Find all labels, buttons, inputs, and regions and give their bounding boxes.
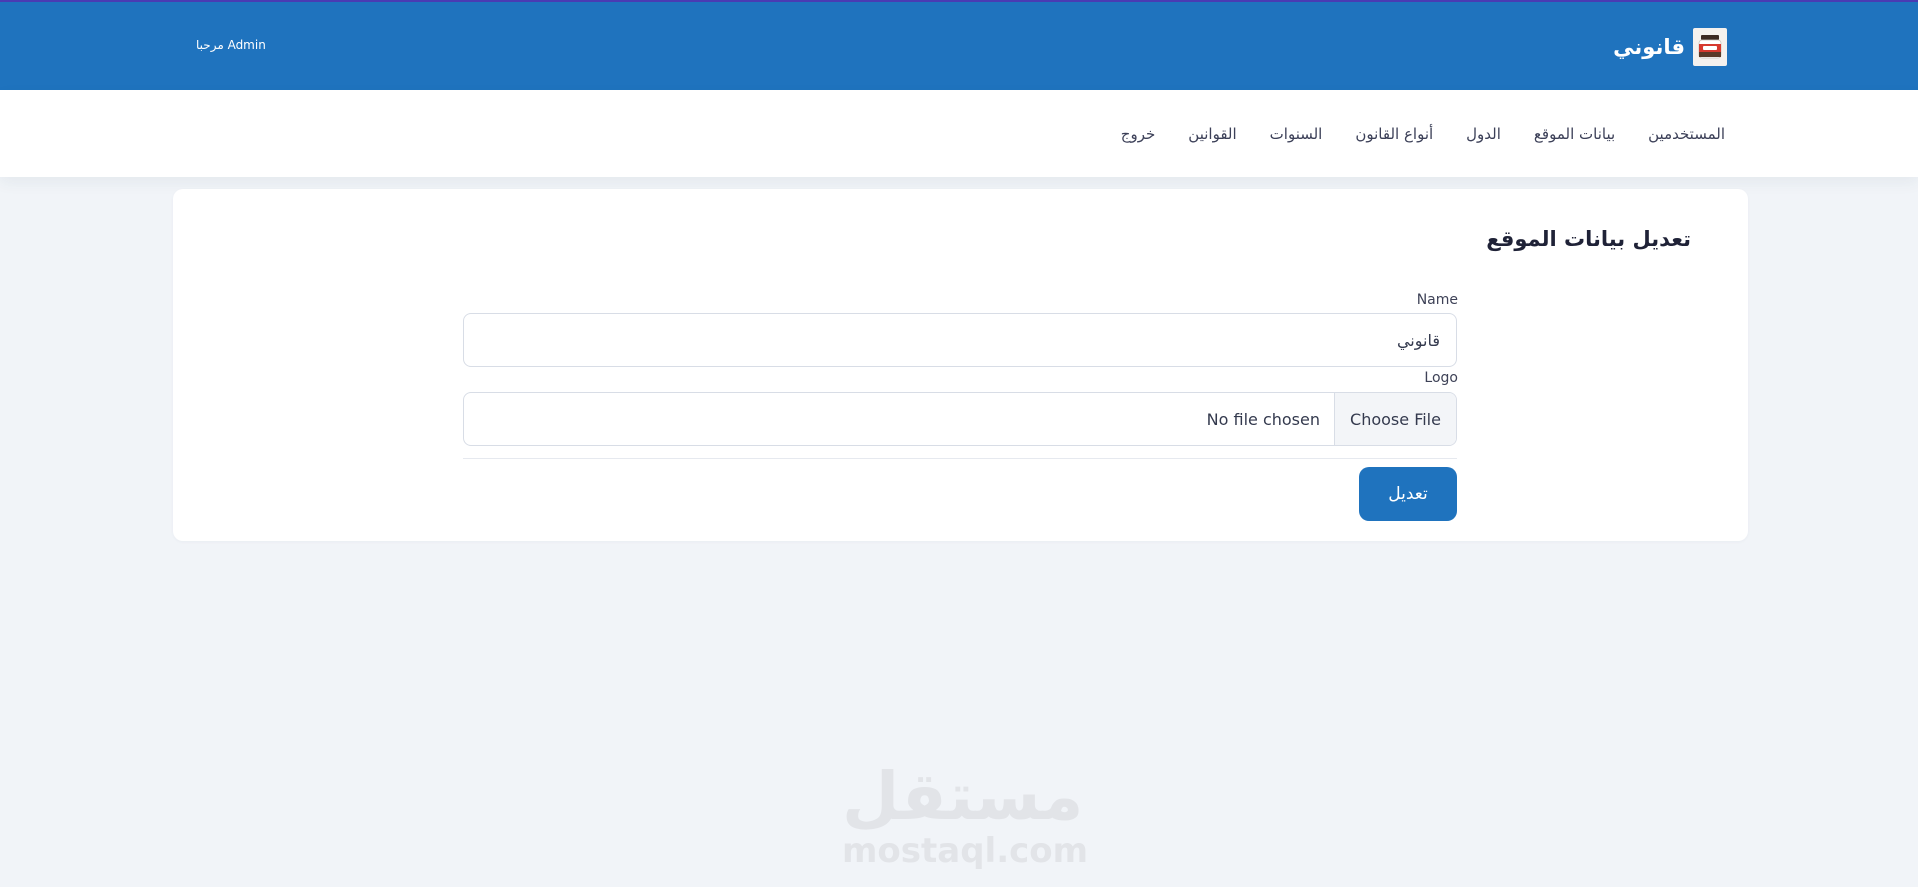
edit-site-card: تعديل بيانات الموقع Name Logo Choose Fil… <box>173 189 1748 541</box>
nav-item-years[interactable]: السنوات <box>1270 125 1323 143</box>
form-divider <box>463 458 1457 459</box>
watermark-logo: مستقل <box>842 758 1084 835</box>
logo-label: Logo <box>1424 370 1458 386</box>
nav-item-site-data[interactable]: بيانات الموقع <box>1534 125 1615 143</box>
jar-logo-icon <box>1693 28 1727 66</box>
nav-item-laws[interactable]: القوانين <box>1188 125 1236 143</box>
brand[interactable]: قانوني <box>1613 28 1727 66</box>
choose-file-button[interactable]: Choose File <box>1334 393 1456 445</box>
edit-submit-button[interactable]: تعديل <box>1359 467 1457 521</box>
name-input[interactable] <box>463 313 1457 367</box>
site-name: قانوني <box>1613 35 1685 59</box>
nav-item-logout[interactable]: خروج <box>1121 125 1155 143</box>
nav-item-countries[interactable]: الدول <box>1466 125 1501 143</box>
name-label: Name <box>1416 292 1458 308</box>
page-title: تعديل بيانات الموقع <box>1486 227 1691 251</box>
nav-list: المستخدمين بيانات الموقع الدول أنواع الق… <box>1121 90 1725 177</box>
file-status: No file chosen <box>1206 409 1320 429</box>
nav-item-law-types[interactable]: أنواع القانون <box>1355 125 1433 143</box>
watermark: مستقل mostaql.com <box>842 758 1089 871</box>
welcome-text: مرحبا Admin <box>196 38 266 52</box>
watermark-site: mostaql.com <box>842 831 1089 871</box>
logo-file-input[interactable]: Choose File No file chosen <box>463 392 1457 446</box>
nav-item-users[interactable]: المستخدمين <box>1648 125 1725 143</box>
main-nav: المستخدمين بيانات الموقع الدول أنواع الق… <box>0 90 1918 177</box>
top-header: قانوني مرحبا Admin <box>0 0 1918 90</box>
